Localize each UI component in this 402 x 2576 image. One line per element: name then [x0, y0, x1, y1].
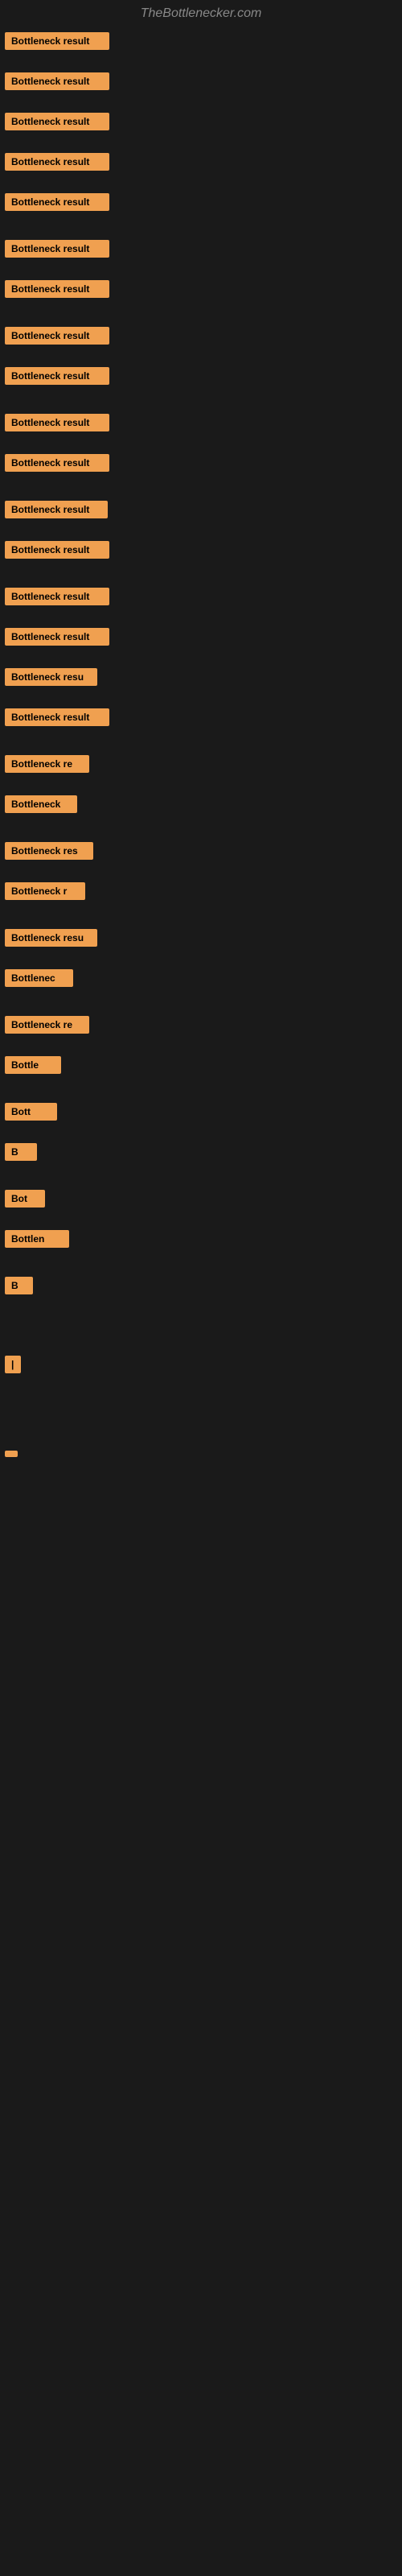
bottleneck-item: Bottleneck r: [5, 879, 397, 903]
bottleneck-item: Bottleneck result: [5, 705, 397, 729]
bottleneck-item: Bot: [5, 1187, 397, 1211]
bottleneck-item: B: [5, 1140, 397, 1164]
items-container: Bottleneck result Bottleneck result Bottle…: [0, 24, 402, 1528]
bottleneck-badge[interactable]: B: [5, 1277, 33, 1294]
bottleneck-badge[interactable]: Bottleneck result: [5, 193, 109, 211]
bottleneck-item: Bottleneck result: [5, 150, 397, 174]
bottleneck-badge[interactable]: Bottleneck result: [5, 708, 109, 726]
bottleneck-badge[interactable]: Bottleneck result: [5, 240, 109, 258]
bottleneck-item: Bottleneck resu: [5, 926, 397, 950]
site-title: TheBottlenecker.com: [0, 0, 402, 24]
bottleneck-item: Bottleneck resu: [5, 665, 397, 689]
bottleneck-item: Bottleneck result: [5, 497, 397, 522]
bottleneck-badge[interactable]: Bottleneck result: [5, 588, 109, 605]
bottleneck-badge[interactable]: Bottleneck re: [5, 755, 89, 773]
bottleneck-item: Bottleneck: [5, 792, 397, 816]
bottleneck-badge[interactable]: Bottleneck: [5, 795, 77, 813]
bottleneck-item: Bottleneck result: [5, 277, 397, 301]
bottleneck-badge[interactable]: Bottleneck result: [5, 628, 109, 646]
bottleneck-badge[interactable]: Bottleneck result: [5, 541, 109, 559]
bottleneck-item: Bottleneck result: [5, 237, 397, 261]
bottleneck-badge[interactable]: Bottle: [5, 1056, 61, 1074]
bottleneck-item: |: [5, 1352, 397, 1377]
bottleneck-item: Bottle: [5, 1053, 397, 1077]
bottleneck-item: Bottleneck result: [5, 190, 397, 214]
bottleneck-item: Bottlenec: [5, 966, 397, 990]
bottleneck-item: Bottleneck result: [5, 451, 397, 475]
bottleneck-item: Bottleneck re: [5, 752, 397, 776]
bottleneck-item: Bottlen: [5, 1227, 397, 1251]
bottleneck-badge[interactable]: Bot: [5, 1190, 45, 1208]
bottleneck-badge[interactable]: Bottlenec: [5, 969, 73, 987]
bottleneck-badge[interactable]: Bottleneck res: [5, 842, 93, 860]
bottleneck-badge[interactable]: Bottlen: [5, 1230, 69, 1248]
bottleneck-item: Bottleneck result: [5, 538, 397, 562]
bottleneck-item: [5, 1447, 397, 1460]
bottleneck-badge[interactable]: [5, 1451, 18, 1457]
bottleneck-item: Bottleneck re: [5, 1013, 397, 1037]
bottleneck-badge[interactable]: Bottleneck result: [5, 501, 108, 518]
bottleneck-item: Bottleneck result: [5, 411, 397, 435]
bottleneck-badge[interactable]: Bottleneck result: [5, 113, 109, 130]
bottleneck-badge[interactable]: |: [5, 1356, 21, 1373]
bottleneck-item: Bottleneck res: [5, 839, 397, 863]
bottleneck-badge[interactable]: Bottleneck re: [5, 1016, 89, 1034]
bottleneck-item: Bottleneck result: [5, 324, 397, 348]
bottleneck-badge[interactable]: Bottleneck r: [5, 882, 85, 900]
bottleneck-badge[interactable]: Bottleneck result: [5, 414, 109, 431]
bottleneck-item: Bottleneck result: [5, 29, 397, 53]
bottleneck-badge[interactable]: Bottleneck result: [5, 153, 109, 171]
bottleneck-item: Bottleneck result: [5, 69, 397, 93]
bottleneck-badge[interactable]: Bottleneck resu: [5, 929, 97, 947]
bottleneck-item: Bottleneck result: [5, 109, 397, 134]
bottleneck-item: B: [5, 1274, 397, 1298]
bottleneck-item: Bottleneck result: [5, 584, 397, 609]
bottleneck-badge[interactable]: Bottleneck result: [5, 327, 109, 345]
bottleneck-badge[interactable]: Bott: [5, 1103, 57, 1121]
bottleneck-badge[interactable]: Bottleneck result: [5, 72, 109, 90]
bottleneck-item: Bottleneck result: [5, 364, 397, 388]
bottleneck-badge[interactable]: Bottleneck result: [5, 32, 109, 50]
bottleneck-badge[interactable]: Bottleneck result: [5, 280, 109, 298]
bottleneck-item: Bottleneck result: [5, 625, 397, 649]
bottleneck-item: Bott: [5, 1100, 397, 1124]
bottleneck-badge[interactable]: Bottleneck result: [5, 367, 109, 385]
bottleneck-badge[interactable]: Bottleneck resu: [5, 668, 97, 686]
bottleneck-badge[interactable]: B: [5, 1143, 37, 1161]
bottleneck-badge[interactable]: Bottleneck result: [5, 454, 109, 472]
